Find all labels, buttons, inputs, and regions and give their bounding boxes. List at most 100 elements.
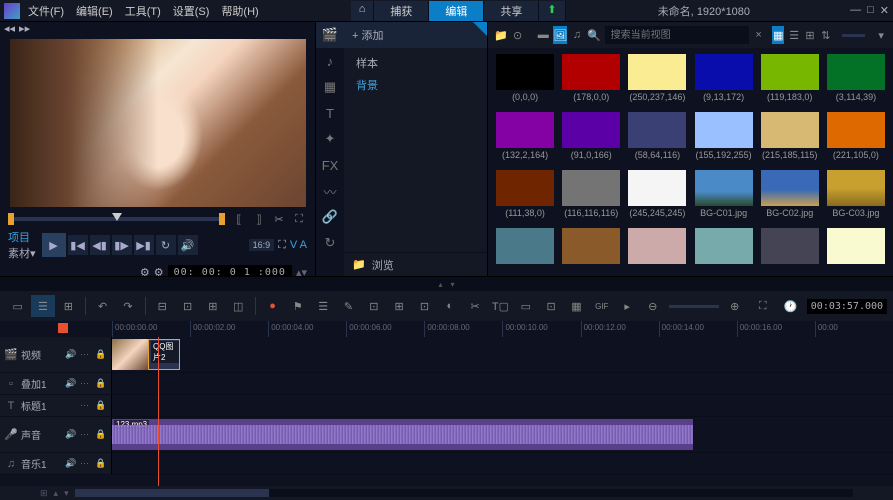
tool-i-icon[interactable]: ⊡ xyxy=(413,295,436,317)
next-frame-button[interactable]: ▮▶ xyxy=(112,235,132,255)
preview-viewport[interactable] xyxy=(8,39,307,207)
tool-g-icon[interactable]: ⊡ xyxy=(362,295,385,317)
lib-filter-audio-icon[interactable]: ♫ xyxy=(571,26,583,44)
video-clip-1[interactable] xyxy=(112,339,148,370)
tab-home-icon[interactable]: ⌂ xyxy=(351,1,375,21)
tool-k-icon[interactable]: ✂ xyxy=(463,295,486,317)
swatch-16[interactable]: BG-C02.jpg xyxy=(759,170,821,222)
title-track-body[interactable] xyxy=(112,395,893,416)
track-scroll-up-icon[interactable]: ▴ xyxy=(54,488,59,499)
track-scroll-down-icon[interactable]: ▾ xyxy=(64,488,69,499)
label-project[interactable]: 项目 xyxy=(8,229,36,245)
ruler-mark[interactable]: 00:00:12.00 xyxy=(581,321,659,337)
voice-more-icon[interactable]: ⋯ xyxy=(80,429,92,440)
scrub-out-handle[interactable] xyxy=(219,213,225,225)
lib-import-icon[interactable]: 📁 xyxy=(494,26,508,44)
tool-q-icon[interactable]: ▸ xyxy=(615,295,638,317)
ruler-mark[interactable]: 00:00 xyxy=(815,321,893,337)
track-mute-icon[interactable]: 🔊 xyxy=(65,349,77,360)
tab-upload-icon[interactable]: ⬆ xyxy=(539,1,565,21)
thumb-size-slider[interactable] xyxy=(842,34,866,37)
overlay-lock-icon[interactable]: 🔒 xyxy=(95,378,107,389)
scrub-track[interactable] xyxy=(14,217,219,221)
swatch-9[interactable]: (155,192,255) xyxy=(693,112,755,164)
tool-j-icon[interactable]: ◐ xyxy=(438,295,461,317)
maximize-icon[interactable]: □ xyxy=(867,4,874,17)
browse-button[interactable]: 浏览 xyxy=(372,257,394,273)
swatch-5[interactable]: (3,114,39) xyxy=(825,54,887,106)
overlay-more-icon[interactable]: ⋯ xyxy=(80,378,92,389)
multitrack-view-icon[interactable]: ⊞ xyxy=(57,295,80,317)
swatch-17[interactable]: BG-C03.jpg xyxy=(825,170,887,222)
zoom-fit-icon[interactable]: ⛶ xyxy=(751,295,775,317)
timeline-view-icon[interactable]: ☰ xyxy=(31,295,54,317)
zoom-slider[interactable] xyxy=(669,305,719,308)
swatch-12[interactable]: (111,38,0) xyxy=(494,170,556,222)
menu-help[interactable]: 帮助(H) xyxy=(221,3,258,19)
preview-prev-icon[interactable]: ◂◂ xyxy=(4,22,15,35)
prev-frame-button[interactable]: ◀▮ xyxy=(90,235,110,255)
swatch-11[interactable]: (221,105,0) xyxy=(825,112,887,164)
swatch-23[interactable] xyxy=(825,228,887,270)
zoom-in-icon[interactable]: ⊕ xyxy=(723,295,747,317)
swatch-20[interactable] xyxy=(626,228,688,270)
ruler-mark[interactable]: 00:00:10.00 xyxy=(502,321,580,337)
track-more-icon[interactable]: ⋯ xyxy=(80,349,92,360)
ruler-mark[interactable]: 00:00:04.00 xyxy=(268,321,346,337)
swatch-6[interactable]: (132,2,164) xyxy=(494,112,556,164)
expand-icon[interactable]: ⛶ xyxy=(291,211,307,227)
close-icon[interactable]: ✕ xyxy=(880,4,889,17)
clock-icon[interactable]: 🕐 xyxy=(779,295,803,317)
swatch-19[interactable] xyxy=(560,228,622,270)
ruler-mark[interactable]: 00:00:08.00 xyxy=(424,321,502,337)
label-material[interactable]: 素材▾ xyxy=(8,245,36,261)
swatch-7[interactable]: (91,0,166) xyxy=(560,112,622,164)
add-track-icon[interactable]: ⊞ xyxy=(40,488,48,499)
timeline-scrollbar[interactable] xyxy=(75,489,853,497)
undo-icon[interactable]: ↶ xyxy=(91,295,114,317)
menu-settings[interactable]: 设置(S) xyxy=(173,3,210,19)
folder-sample[interactable]: 样本 xyxy=(356,52,475,74)
tab-edit[interactable]: 编辑 xyxy=(429,1,484,21)
swatch-21[interactable] xyxy=(693,228,755,270)
music-track-body[interactable] xyxy=(112,453,893,474)
swatch-10[interactable]: (215,185,115) xyxy=(759,112,821,164)
redo-icon[interactable]: ↷ xyxy=(116,295,139,317)
tool-e-icon[interactable]: ☰ xyxy=(312,295,335,317)
swatch-13[interactable]: (116,116,116) xyxy=(560,170,622,222)
tool-h-icon[interactable]: ⊞ xyxy=(388,295,411,317)
swatch-8[interactable]: (58,64,116) xyxy=(626,112,688,164)
split-icon[interactable]: ✂ xyxy=(271,211,287,227)
overlay-track-body[interactable] xyxy=(112,373,893,394)
lib-search-icon[interactable]: 🔍 xyxy=(587,26,601,44)
tab-capture[interactable]: 捕获 xyxy=(374,1,429,21)
view-grid-icon[interactable]: ▦ xyxy=(772,26,784,44)
track-lock-icon[interactable]: 🔒 xyxy=(95,349,107,360)
tab-share[interactable]: 共享 xyxy=(484,1,539,21)
swatch-4[interactable]: (119,183,0) xyxy=(759,54,821,106)
preview-next-icon[interactable]: ▸▸ xyxy=(19,22,30,35)
swatch-1[interactable]: (178,0,0) xyxy=(560,54,622,106)
va-label[interactable]: V A xyxy=(290,239,307,251)
panel-handle-icon[interactable]: ▴ xyxy=(438,280,442,289)
view-list-icon[interactable]: ☰ xyxy=(788,26,800,44)
ruler-mark[interactable]: 00:00:06.00 xyxy=(346,321,424,337)
mark-out-icon[interactable]: ⟧ xyxy=(251,211,267,227)
audio-tab-icon[interactable]: ♪ xyxy=(316,48,344,74)
tool-p-icon[interactable]: GIF xyxy=(590,295,613,317)
mark-in-icon[interactable]: ⟦ xyxy=(231,211,247,227)
minimize-icon[interactable]: — xyxy=(850,4,861,17)
play-button[interactable]: ▶ xyxy=(42,233,66,257)
swatch-22[interactable] xyxy=(759,228,821,270)
zoom-out-icon[interactable]: ⊖ xyxy=(641,295,665,317)
music-lock-icon[interactable]: 🔒 xyxy=(95,458,107,469)
tool-m-icon[interactable]: ▭ xyxy=(514,295,537,317)
tool-n-icon[interactable]: ⊡ xyxy=(539,295,562,317)
search-input[interactable] xyxy=(605,26,749,44)
menu-file[interactable]: 文件(F) xyxy=(28,3,64,19)
path-tab-icon[interactable]: 〰 xyxy=(316,178,344,204)
sort-icon[interactable]: ⇅ xyxy=(820,26,832,44)
goto-start-button[interactable]: ▮◀ xyxy=(68,235,88,255)
ruler-mark[interactable]: 00:00:16.00 xyxy=(737,321,815,337)
lib-filter-image-icon[interactable]: 🖼 xyxy=(553,26,567,44)
